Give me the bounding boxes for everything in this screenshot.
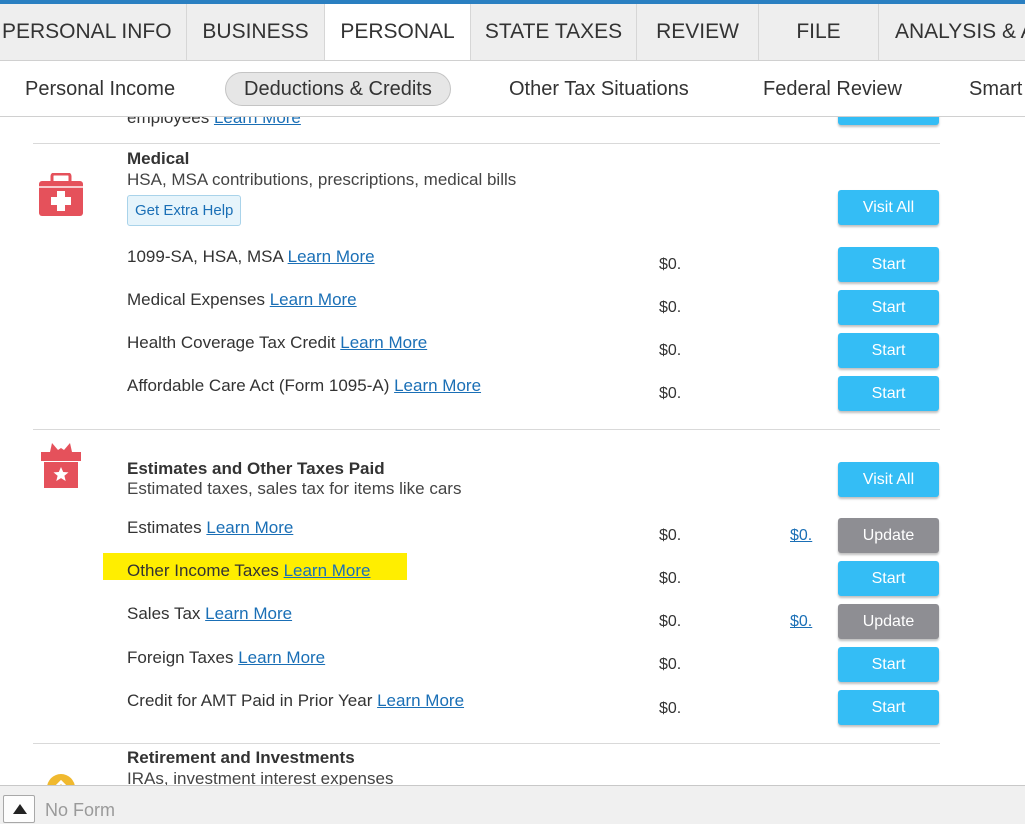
update-button[interactable]: Update	[838, 518, 939, 553]
row-amount: $0.	[659, 385, 682, 402]
subnav-deductions-credits[interactable]: Deductions & Credits	[225, 72, 451, 106]
row-estimates: Estimates Learn More	[127, 518, 294, 537]
medical-visit-all-button[interactable]: Visit All	[838, 190, 939, 225]
sub-navigation: Personal Income Deductions & Credits Oth…	[0, 61, 1025, 117]
retirement-title: Retirement and Investments	[127, 748, 355, 767]
learn-more-link[interactable]: Learn More	[288, 247, 375, 266]
learn-more-link[interactable]: Learn More	[340, 333, 427, 352]
section-divider	[33, 429, 940, 430]
learn-more-link[interactable]: Learn More	[238, 648, 325, 667]
retirement-icon	[47, 774, 75, 785]
partial-row-label: employees Learn More	[127, 117, 301, 128]
medical-subtitle: HSA, MSA contributions, prescriptions, m…	[127, 170, 517, 189]
tab-personal[interactable]: PERSONAL	[325, 4, 471, 60]
subnav-other-tax-situations[interactable]: Other Tax Situations	[509, 72, 689, 106]
row-1099-sa: 1099-SA, HSA, MSA Learn More	[127, 247, 375, 266]
section-divider	[33, 743, 940, 744]
tab-business[interactable]: BUSINESS	[187, 4, 325, 60]
learn-more-link[interactable]: Learn More	[284, 561, 371, 580]
row-health-coverage: Health Coverage Tax Credit Learn More	[127, 333, 428, 352]
row-medical-expenses: Medical Expenses Learn More	[127, 290, 357, 309]
row-amount: $0.	[659, 656, 682, 673]
section-divider	[33, 143, 940, 144]
row-amount: $0.	[659, 256, 682, 273]
row-amount: $0.	[659, 342, 682, 359]
row-sales-tax: Sales Tax Learn More	[127, 604, 293, 623]
row-amount: $0.	[659, 299, 682, 316]
tab-file[interactable]: FILE	[759, 4, 879, 60]
start-button[interactable]: Start	[838, 690, 939, 725]
tab-review[interactable]: REVIEW	[637, 4, 759, 60]
start-button[interactable]: Start	[838, 561, 939, 596]
learn-more-link[interactable]: Learn More	[206, 518, 293, 537]
learn-more-link[interactable]: Learn More	[205, 604, 292, 623]
learn-more-link[interactable]: Learn More	[377, 691, 464, 710]
learn-more-link[interactable]: Learn More	[394, 376, 481, 395]
expand-forms-button[interactable]	[3, 795, 35, 823]
medical-kit-icon	[39, 173, 83, 216]
no-form-label: No Form	[45, 800, 116, 820]
tab-personal-info[interactable]: PERSONAL INFO	[0, 4, 187, 60]
row-credit-amt: Credit for AMT Paid in Prior Year Learn …	[127, 691, 465, 710]
start-button[interactable]: Start	[838, 647, 939, 682]
retirement-subtitle: IRAs, investment interest expenses	[127, 769, 394, 785]
medical-title: Medical	[127, 149, 190, 168]
subnav-personal-income[interactable]: Personal Income	[25, 72, 175, 106]
top-tab-bar: PERSONAL INFO BUSINESS PERSONAL STATE TA…	[0, 0, 1025, 61]
estimates-title: Estimates and Other Taxes Paid	[127, 459, 385, 478]
tab-state-taxes[interactable]: STATE TAXES	[471, 4, 637, 60]
triangle-up-icon	[13, 804, 27, 814]
get-extra-help-button[interactable]: Get Extra Help	[127, 195, 242, 226]
deductions-content: employees Learn More Medical HSA, MSA co…	[0, 117, 1025, 785]
row-amount: $0.	[659, 527, 682, 544]
row-amount-link[interactable]: $0.	[790, 527, 812, 545]
row-amount-link[interactable]: $0.	[790, 613, 812, 631]
start-button[interactable]: Start	[838, 290, 939, 325]
partial-row-button[interactable]	[838, 117, 939, 125]
row-amount: $0.	[659, 700, 682, 717]
start-button[interactable]: Start	[838, 376, 939, 411]
bottom-form-bar: No Form	[0, 785, 1025, 824]
row-other-income-taxes: Other Income Taxes Learn More	[127, 561, 371, 580]
start-button[interactable]: Start	[838, 333, 939, 368]
learn-more-link[interactable]: Learn More	[214, 117, 301, 127]
row-foreign-taxes: Foreign Taxes Learn More	[127, 648, 326, 667]
start-button[interactable]: Start	[838, 247, 939, 282]
subnav-federal-review[interactable]: Federal Review	[763, 72, 902, 106]
row-affordable-care-act: Affordable Care Act (Form 1095-A) Learn …	[127, 376, 482, 395]
row-amount: $0.	[659, 613, 682, 630]
update-button[interactable]: Update	[838, 604, 939, 639]
tab-analysis[interactable]: ANALYSIS & A	[879, 4, 1025, 60]
gift-box-icon	[41, 443, 81, 488]
row-amount: $0.	[659, 570, 682, 587]
estimates-subtitle: Estimated taxes, sales tax for items lik…	[127, 479, 462, 498]
estimates-visit-all-button[interactable]: Visit All	[838, 462, 939, 497]
learn-more-link[interactable]: Learn More	[270, 290, 357, 309]
subnav-smart[interactable]: Smart	[969, 72, 1022, 106]
